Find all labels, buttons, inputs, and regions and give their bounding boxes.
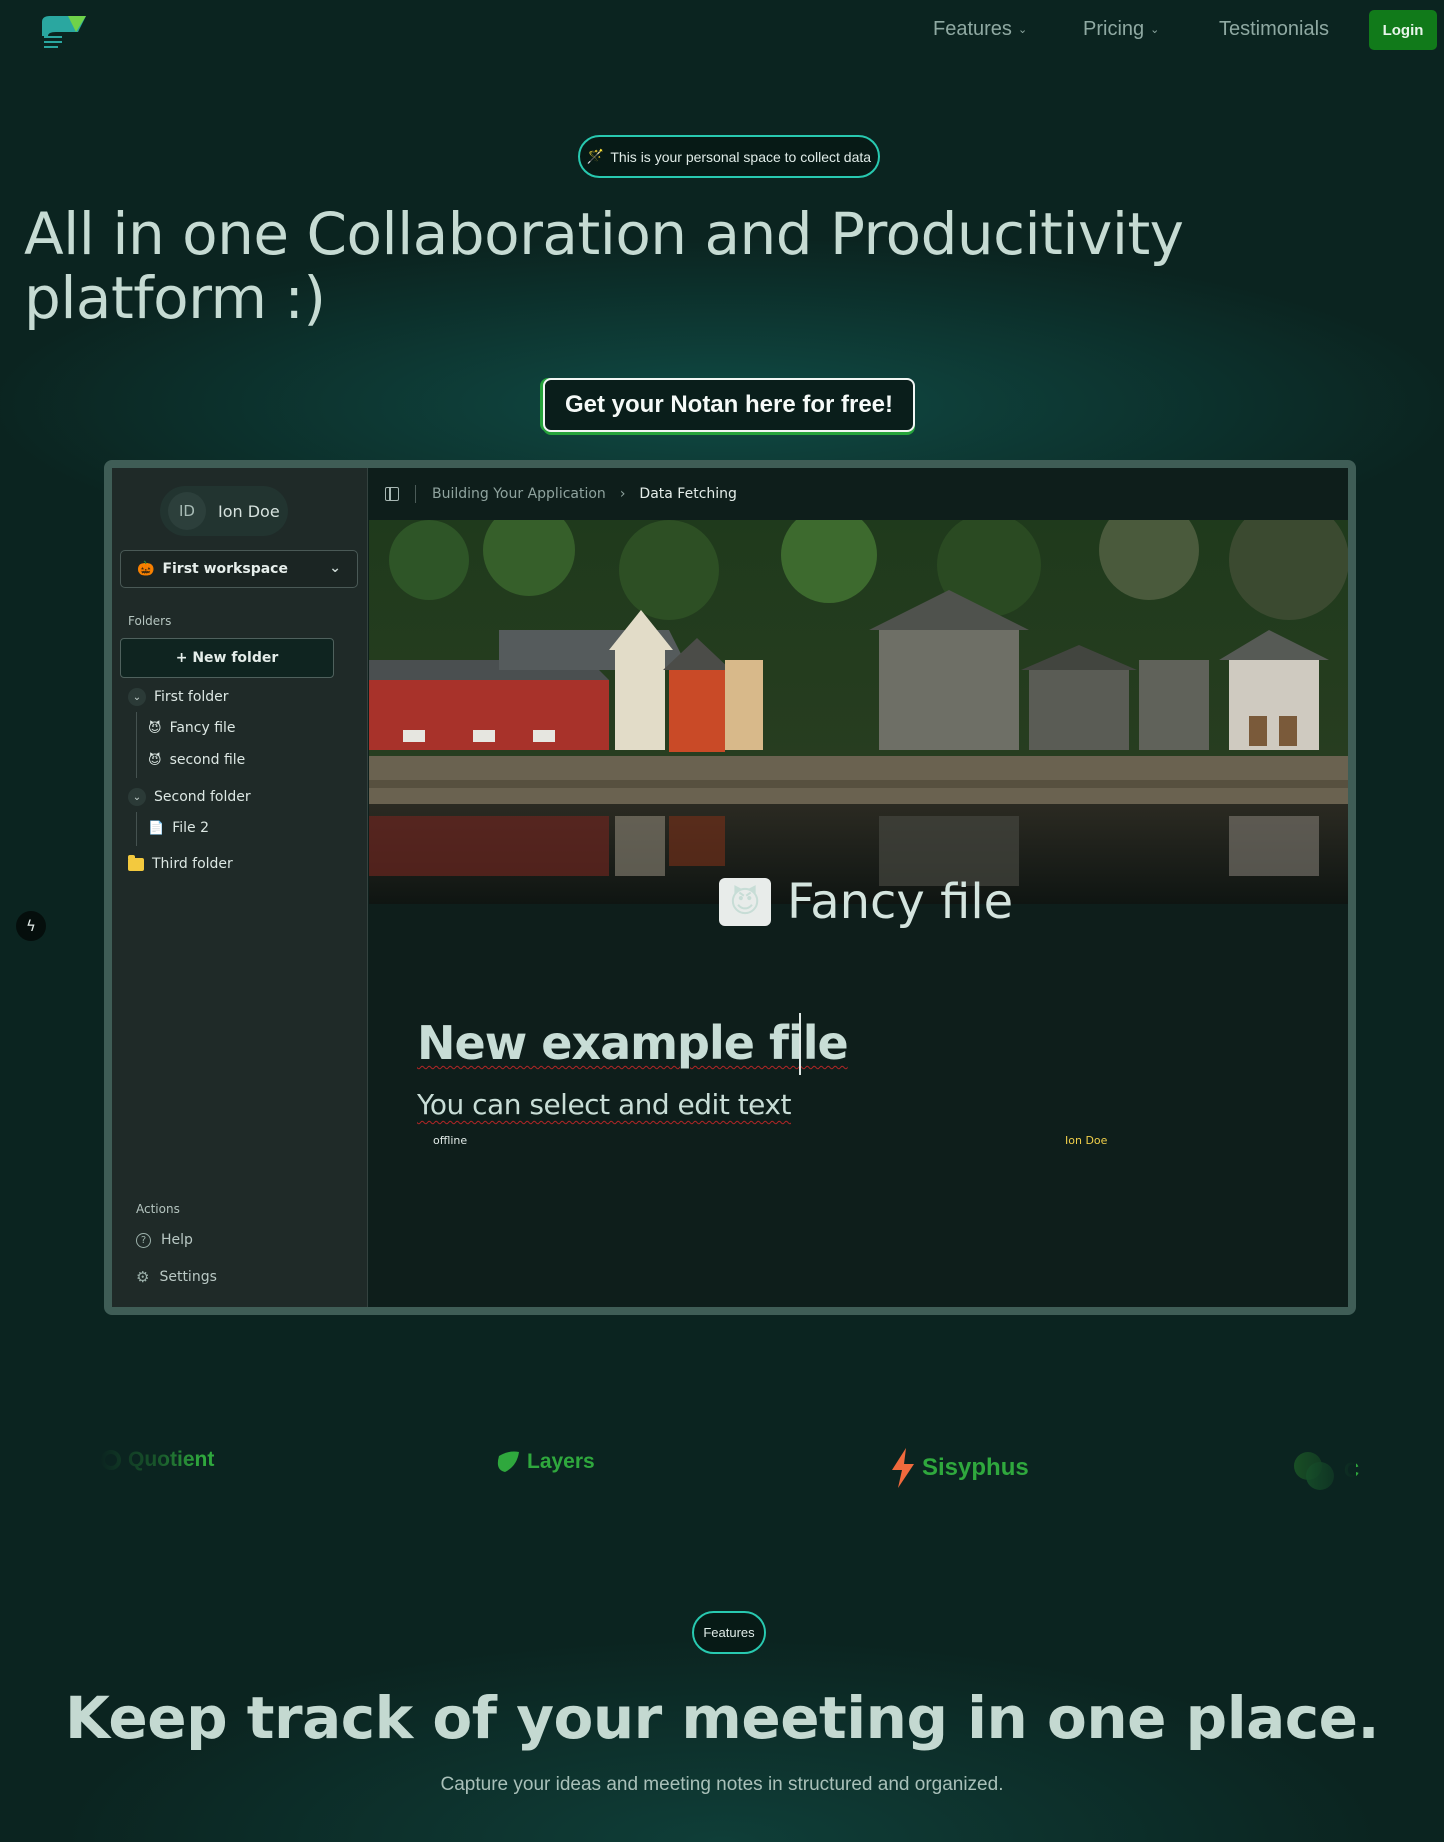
top-nav: Features ⌄ Pricing ⌄ Testimonials Login — [0, 0, 1444, 62]
app-sidebar: ID Ion Doe 🎃 First workspace ⌄ Folders +… — [112, 468, 368, 1307]
chevron-down-icon: ⌄ — [1150, 24, 1160, 36]
breadcrumb-current: Data Fetching — [639, 486, 737, 502]
doc-subheading[interactable]: You can select and edit text — [417, 1088, 791, 1121]
file-title: Fancy file — [787, 874, 1014, 930]
nav-pricing-label: Pricing — [1083, 18, 1145, 40]
nav-features[interactable]: Features ⌄ — [933, 18, 1027, 41]
file-header: 😈 Fancy file — [719, 874, 1013, 930]
folder-label: Third folder — [152, 856, 233, 872]
banner-image — [369, 520, 1348, 904]
file-2[interactable]: 📄 File 2 — [148, 820, 209, 836]
chevron-down-icon: ⌄ — [1017, 24, 1028, 36]
cta-button[interactable]: Get your Notan here for free! — [543, 378, 915, 432]
brand-logo[interactable] — [38, 14, 88, 50]
layers-icon — [497, 1451, 519, 1472]
chevron-down-icon[interactable]: ⌄ — [128, 688, 146, 706]
divider — [415, 485, 416, 503]
document-icon: 📄 — [148, 820, 165, 836]
folder-second[interactable]: ⌄ Second folder — [128, 788, 251, 806]
file-label: File 2 — [172, 820, 209, 836]
settings-link[interactable]: ⚙ Settings — [136, 1268, 217, 1286]
features-subtitle: Capture your ideas and meeting notes in … — [440, 1774, 1004, 1795]
nav-testimonials[interactable]: Testimonials — [1219, 18, 1329, 41]
text-caret — [799, 1013, 801, 1075]
connection-status: offline — [433, 1134, 468, 1147]
hero-title: All in one Collaboration and Producitivi… — [24, 200, 1184, 332]
app-main: Building Your Application › Data Fetchin… — [369, 468, 1348, 1307]
tree-guide — [136, 812, 137, 846]
tree-guide — [136, 712, 137, 778]
user-name: Ion Doe — [218, 501, 280, 521]
nav-features-label: Features — [933, 18, 1012, 40]
nav-testimonials-label: Testimonials — [1219, 18, 1330, 40]
breadcrumb-parent[interactable]: Building Your Application — [432, 486, 606, 502]
logo-layers: Layers — [493, 1448, 595, 1476]
doc-heading[interactable]: New example file — [417, 1016, 849, 1070]
workspace-name: First workspace — [162, 561, 288, 577]
file-emoji-picker[interactable]: 😈 — [719, 878, 771, 926]
doc-subheading-text: You can select and edit text — [417, 1088, 791, 1121]
magic-wand-icon: 🪄 — [586, 148, 605, 164]
help-link[interactable]: ? Help — [136, 1232, 193, 1248]
logo-sisyphus: Sisyphus — [890, 1448, 1029, 1488]
avatar: ID — [168, 492, 206, 530]
folder-third[interactable]: Third folder — [128, 854, 233, 872]
login-button[interactable]: Login — [1369, 10, 1437, 50]
settings-label: Settings — [159, 1269, 217, 1285]
logo-strip: Quotient Layers Sisyphus C — [100, 1366, 1359, 1526]
new-folder-button[interactable]: + New folder — [120, 638, 334, 678]
features-badge: Features — [692, 1611, 766, 1654]
chevron-down-icon: ⌄ — [329, 560, 341, 576]
lightning-icon[interactable]: ϟ — [16, 911, 46, 941]
folders-label: Folders — [128, 614, 172, 628]
file-fancy[interactable]: 😈 Fancy file — [148, 720, 236, 736]
features-title: Keep track of your meeting in one place. — [65, 1684, 1379, 1752]
workspace-select[interactable]: 🎃 First workspace ⌄ — [120, 550, 358, 588]
workspace-emoji: 🎃 — [137, 561, 155, 577]
file-label: Fancy file — [169, 720, 236, 736]
hero-badge: 🪄 This is your personal space to collect… — [578, 135, 880, 178]
logo-name: Sisyphus — [922, 1454, 1029, 1481]
logo-fade-right — [1256, 1366, 1356, 1526]
devil-face-icon: 😈 — [148, 720, 162, 736]
collaborator-name: Ion Doe — [1065, 1134, 1108, 1147]
file-label: second file — [169, 752, 246, 768]
app-preview: ID Ion Doe 🎃 First workspace ⌄ Folders +… — [104, 460, 1356, 1315]
user-chip[interactable]: ID Ion Doe — [160, 486, 288, 536]
chevron-down-icon[interactable]: ⌄ — [128, 788, 146, 806]
help-icon: ? — [136, 1232, 151, 1248]
gear-icon: ⚙ — [136, 1268, 150, 1286]
folder-icon — [128, 854, 144, 871]
folder-label: Second folder — [154, 789, 251, 805]
chevron-right-icon: › — [619, 486, 626, 502]
folder-first[interactable]: ⌄ First folder — [128, 688, 229, 706]
folder-label: First folder — [154, 689, 229, 705]
sisyphus-icon — [892, 1448, 914, 1488]
actions-label: Actions — [136, 1202, 180, 1216]
help-label: Help — [161, 1232, 193, 1248]
app-topbar: Building Your Application › Data Fetchin… — [369, 468, 1348, 520]
sidebar-toggle-icon[interactable] — [385, 487, 399, 501]
hero-badge-text: This is your personal space to collect d… — [610, 148, 872, 165]
file-second[interactable]: 😈 second file — [148, 752, 245, 768]
logo-fade-left — [100, 1366, 200, 1526]
nav-pricing[interactable]: Pricing ⌄ — [1083, 18, 1159, 41]
devil-face-icon: 😈 — [148, 752, 162, 768]
logo-name: Layers — [527, 1450, 595, 1473]
